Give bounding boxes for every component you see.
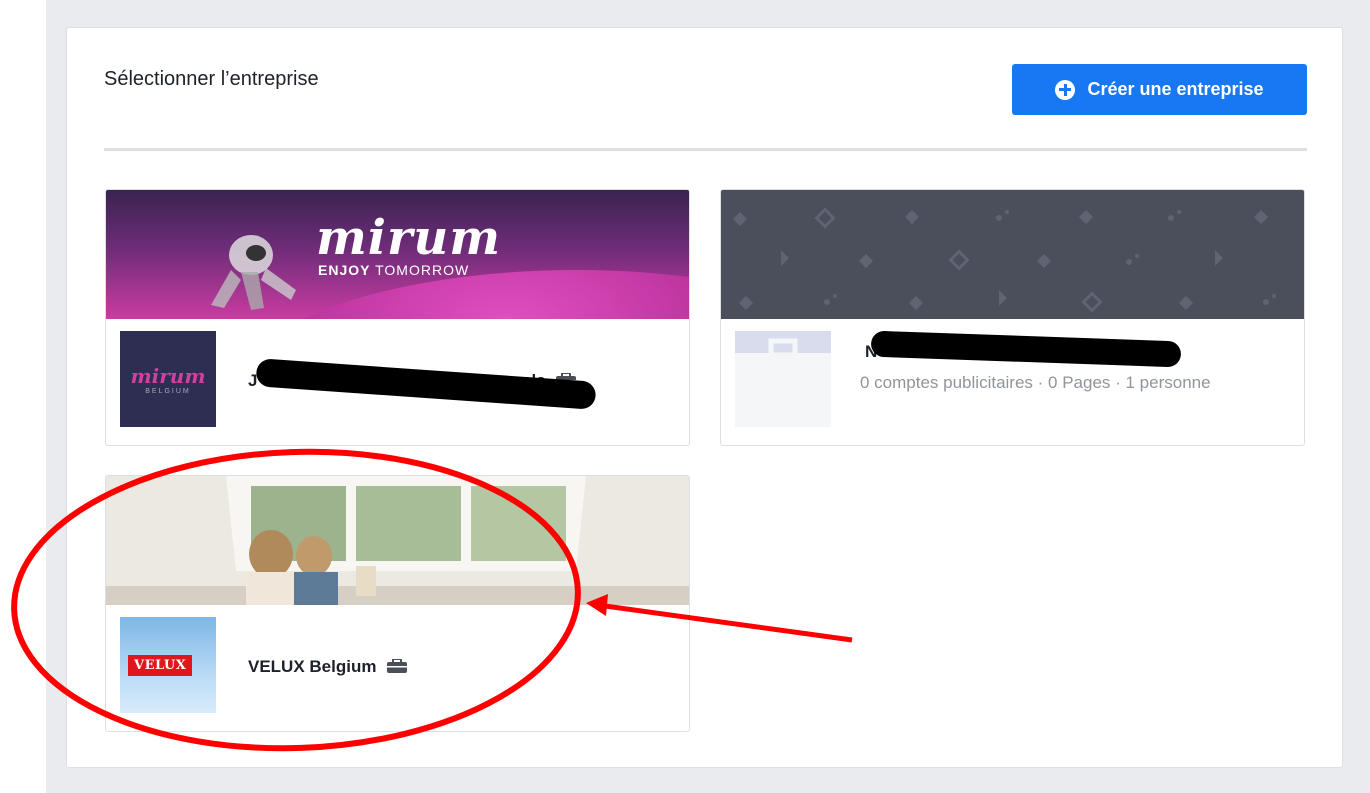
- create-business-button[interactable]: Créer une entreprise: [1012, 64, 1307, 115]
- business-meta: 0 comptes publicitaires · 0 Pages · 1 pe…: [860, 373, 1211, 392]
- business-thumbnail: mirum BELGIUM: [120, 331, 216, 427]
- page-title: Sélectionner l’entreprise: [104, 68, 319, 90]
- business-thumbnail: VELUX: [120, 617, 216, 713]
- velux-logo: VELUX: [128, 655, 193, 676]
- business-thumbnail: [735, 331, 831, 427]
- redaction-mark: [255, 358, 597, 410]
- briefcase-icon: [387, 659, 408, 673]
- mirum-logo-text: mirum: [316, 210, 501, 266]
- astronaut-graphic: [211, 235, 296, 310]
- business-cover-image: mirum ENJOY TOMORROW: [106, 190, 689, 319]
- create-business-label: Créer une entreprise: [1087, 79, 1264, 99]
- header-divider: [104, 148, 1307, 151]
- business-cover-image: [721, 190, 1304, 319]
- mirum-tagline: ENJOY TOMORROW: [318, 262, 470, 278]
- plus-circle-icon: [1055, 79, 1076, 100]
- briefcase-placeholder-icon: [735, 338, 831, 427]
- business-card-2[interactable]: N 0 comptes publicitaires · 0 Pages · 1 …: [720, 189, 1305, 446]
- business-name: VELUX Belgium: [248, 657, 408, 677]
- pattern-graphic: [732, 207, 1276, 313]
- business-card-3[interactable]: VELUX VELUX Belgium: [105, 475, 690, 732]
- business-cover-image: [106, 476, 689, 605]
- redaction-mark: [870, 330, 1182, 368]
- business-card-1[interactable]: mirum ENJOY TOMORROW mirum BELGIUM J als: [105, 189, 690, 446]
- velux-room-graphic: [106, 476, 689, 605]
